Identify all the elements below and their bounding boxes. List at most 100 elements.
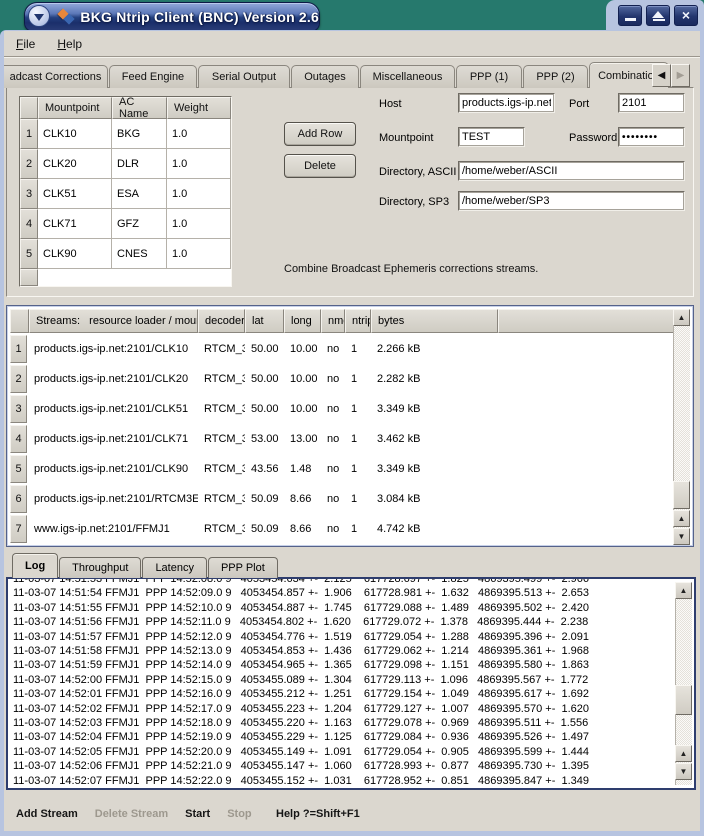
table-cell[interactable]: 1.0	[167, 149, 231, 179]
stream-cell: 10.00	[284, 373, 321, 385]
stream-cell: products.igs-ip.net:2101/CLK90	[28, 463, 198, 475]
scroll-down-icon[interactable]: ▼	[673, 528, 690, 545]
scroll-up-icon[interactable]: ▲	[675, 745, 692, 762]
tab-outages[interactable]: Outages	[291, 65, 359, 88]
scrollbar-thumb[interactable]	[675, 685, 692, 715]
tab-miscellaneous[interactable]: Miscellaneous	[360, 65, 455, 88]
log-line: 11-03-07 14:52:05 FFMJ1 PPP 14:52:20.0 9…	[13, 745, 670, 759]
table-cell[interactable]: CLK51	[38, 179, 112, 209]
scroll-up-icon[interactable]: ▲	[673, 309, 690, 326]
menu-bar: File Help	[4, 31, 700, 57]
header-filler	[10, 309, 29, 333]
stream-row[interactable]: 3products.igs-ip.net:2101/CLK51RTCM_3.05…	[10, 394, 498, 424]
table-cell[interactable]: CNES	[112, 239, 167, 269]
log-tab-throughput[interactable]: Throughput	[59, 557, 141, 578]
corner-cell	[20, 97, 38, 119]
stream-cell: no	[321, 373, 345, 385]
row-number: 5	[10, 455, 27, 483]
table-cell[interactable]: CLK10	[38, 119, 112, 149]
scrollbar-thumb[interactable]	[673, 481, 690, 509]
stream-row[interactable]: 7www.igs-ip.net:2101/FFMJ1RTCM_3.050.098…	[10, 514, 498, 544]
column-header-weight[interactable]: Weight	[167, 97, 231, 119]
menu-item-file[interactable]: File	[16, 37, 35, 51]
tab-scroll-right-icon[interactable]: ▶	[671, 64, 690, 87]
combination-table-header-row: MountpointAC NameWeight	[20, 97, 231, 119]
column-header-long[interactable]: long	[284, 309, 321, 333]
tab-scroll-left-icon[interactable]: ◀	[652, 64, 671, 87]
table-cell[interactable]: 1.0	[167, 239, 231, 269]
stream-row[interactable]: 1products.igs-ip.net:2101/CLK10RTCM_3.05…	[10, 334, 498, 364]
table-row: 5CLK90CNES1.0	[20, 239, 231, 269]
window-controls: ×	[606, 0, 704, 31]
table-cell[interactable]: BKG	[112, 119, 167, 149]
mountpoint-input[interactable]	[458, 127, 525, 147]
column-header-nmea[interactable]: nmea	[321, 309, 345, 333]
column-header-mountpoint[interactable]: Mountpoint	[38, 97, 112, 119]
scroll-down-icon[interactable]: ▼	[675, 763, 692, 780]
minimize-button[interactable]	[618, 5, 642, 26]
column-header-bytes[interactable]: bytes	[371, 309, 498, 333]
column-header-ntrip[interactable]: ntrip	[345, 309, 371, 333]
table-cell[interactable]: DLR	[112, 149, 167, 179]
stream-cell: no	[321, 463, 345, 475]
log-line: 11-03-07 14:52:06 FFMJ1 PPP 14:52:21.0 9…	[13, 759, 670, 773]
table-cell[interactable]: CLK20	[38, 149, 112, 179]
start-button[interactable]: Start	[185, 808, 210, 820]
stream-cell: 3.462 kB	[371, 433, 498, 445]
directory-sp3-input[interactable]	[458, 191, 685, 211]
log-tab-log[interactable]: Log	[12, 553, 58, 578]
column-header-streams[interactable]: Streams: resource loader / mountpoint	[29, 309, 198, 333]
column-header-ac-name[interactable]: AC Name	[112, 97, 167, 119]
streams-scrollbar[interactable]: ▲ ▲ ▼	[673, 309, 690, 545]
table-cell[interactable]: 1.0	[167, 119, 231, 149]
scroll-up-icon[interactable]: ▲	[675, 582, 692, 599]
host-input[interactable]	[458, 93, 555, 113]
tab-adcast-corrections[interactable]: adcast Corrections	[4, 65, 108, 88]
column-header-lat[interactable]: lat	[245, 309, 284, 333]
log-line: 11-03-07 14:52:03 FFMJ1 PPP 14:52:18.0 9…	[13, 716, 670, 730]
window-menu-button[interactable]	[28, 5, 50, 27]
window-titlebar[interactable]: BKG Ntrip Client (BNC) Version 2.6	[24, 2, 320, 32]
log-tab-ppp-plot[interactable]: PPP Plot	[208, 557, 278, 578]
row-number: 4	[20, 209, 38, 239]
column-header-decoder[interactable]: decoder	[198, 309, 245, 333]
stream-row[interactable]: 2products.igs-ip.net:2101/CLK20RTCM_3.05…	[10, 364, 498, 394]
log-scrollbar[interactable]: ▲ ▲ ▼	[675, 582, 692, 785]
stream-row[interactable]: 4products.igs-ip.net:2101/CLK71RTCM_3.05…	[10, 424, 498, 454]
port-input[interactable]	[618, 93, 685, 113]
table-cell[interactable]: 1.0	[167, 179, 231, 209]
directory-ascii-input[interactable]	[458, 161, 685, 181]
table-cell[interactable]: ESA	[112, 179, 167, 209]
tab-ppp-2[interactable]: PPP (2)	[523, 65, 588, 88]
row-number: 2	[20, 149, 38, 179]
maximize-button[interactable]	[646, 5, 670, 26]
delete-stream-button: Delete Stream	[95, 808, 168, 820]
stream-row[interactable]: 5products.igs-ip.net:2101/CLK90RTCM_3.04…	[10, 454, 498, 484]
scroll-up-icon[interactable]: ▲	[673, 510, 690, 527]
stream-cell: 1	[345, 373, 371, 385]
combination-note: Combine Broadcast Ephemeris corrections …	[284, 263, 538, 275]
tab-ppp-1[interactable]: PPP (1)	[456, 65, 522, 88]
stream-row[interactable]: 6products.igs-ip.net:2101/RTCM3EPHRTCM_3…	[10, 484, 498, 514]
delete-button[interactable]: Delete	[284, 154, 356, 178]
close-button[interactable]: ×	[674, 5, 698, 26]
tab-serial-output[interactable]: Serial Output	[198, 65, 290, 88]
stream-cell: www.igs-ip.net:2101/FFMJ1	[28, 523, 198, 535]
table-cell[interactable]: GFZ	[112, 209, 167, 239]
stream-cell: RTCM_3.0	[198, 373, 245, 385]
table-row: 4CLK71GFZ1.0	[20, 209, 231, 239]
row-number	[20, 269, 38, 286]
tab-feed-engine[interactable]: Feed Engine	[109, 65, 197, 88]
log-tab-latency[interactable]: Latency	[142, 557, 207, 578]
table-row: 1CLK10BKG1.0	[20, 119, 231, 149]
table-cell[interactable]: CLK71	[38, 209, 112, 239]
log-line: 11-03-07 14:51:56 FFMJ1 PPP 14:52:11.0 9…	[13, 615, 670, 629]
add-stream-button[interactable]: Add Stream	[16, 808, 78, 820]
menu-item-help[interactable]: Help	[57, 37, 82, 51]
add-row-button[interactable]: Add Row	[284, 122, 356, 146]
table-cell[interactable]: 1.0	[167, 209, 231, 239]
log-line: 11-03-07 14:52:02 FFMJ1 PPP 14:52:17.0 9…	[13, 702, 670, 716]
password-input[interactable]	[618, 127, 685, 147]
table-cell[interactable]: CLK90	[38, 239, 112, 269]
window-title: BKG Ntrip Client (BNC) Version 2.6	[80, 9, 319, 25]
